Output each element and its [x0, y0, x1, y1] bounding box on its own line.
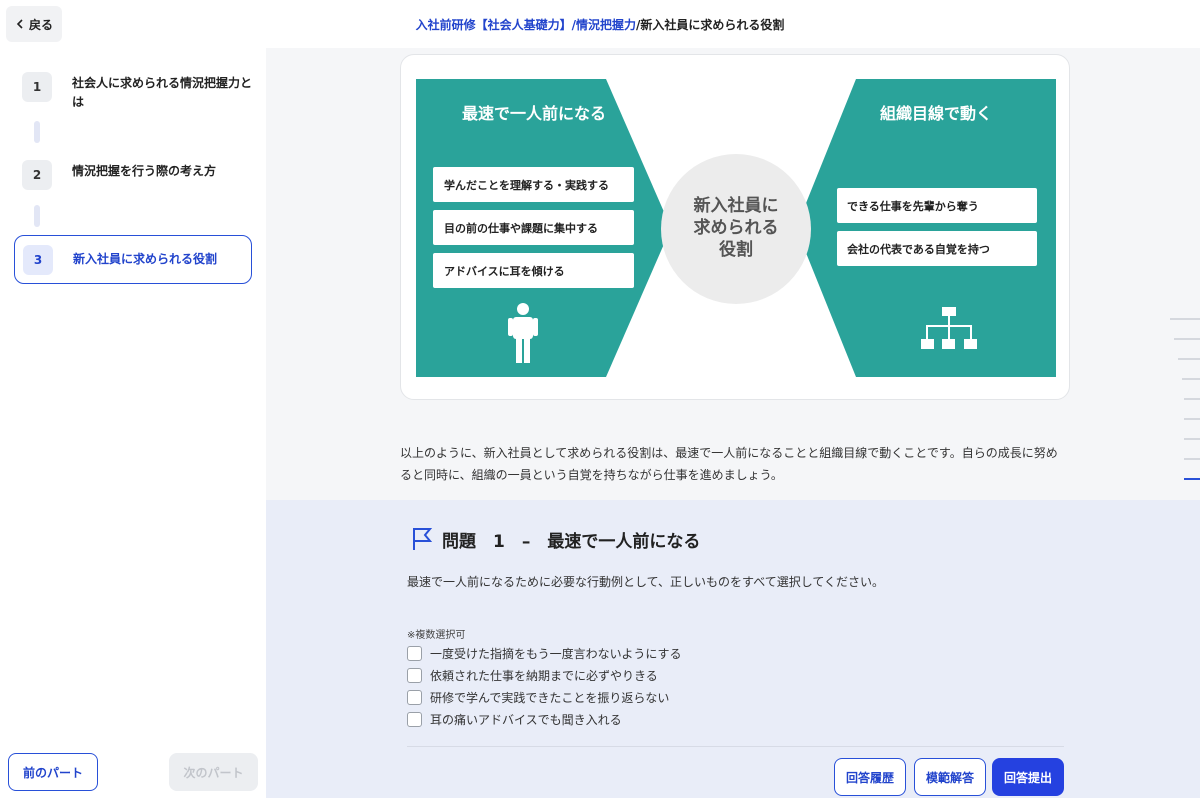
role-diagram: 最速で一人前になる 組織目線で動く 学んだことを理解する・実践する 目の前の仕事…: [400, 54, 1070, 400]
step-label: 情況把握を行う際の考え方: [72, 164, 217, 178]
option-label: 研修で学んで実践できたことを振り返らない: [430, 690, 670, 705]
progress-tick-active: [1184, 478, 1200, 480]
breadcrumb: 入社前研修【社会人基礎力】/情況把握力/新入社員に求められる役割: [0, 16, 1200, 33]
sidebar-step-3[interactable]: 3 新入社員に求められる役割: [14, 235, 252, 284]
left-item: 学んだことを理解する・実践する: [444, 178, 609, 192]
answer-option[interactable]: 耳の痛いアドバイスでも聞き入れる: [407, 708, 682, 730]
option-checkbox[interactable]: [407, 689, 422, 705]
progress-tick: [1178, 358, 1200, 360]
answer-option[interactable]: 一度受けた指摘をもう一度言わないようにする: [407, 642, 682, 664]
flag-icon: [413, 528, 433, 550]
right-item: 会社の代表である自覚を持つ: [847, 242, 990, 256]
description-line: 以上のように、新入社員として求められる役割は、最速で一人前になることと組織目線で…: [400, 446, 1058, 460]
right-title: 組織目線で動く: [880, 104, 992, 123]
main-content[interactable]: 最速で一人前になる 組織目線で動く 学んだことを理解する・実践する 目の前の仕事…: [266, 48, 1200, 798]
question-title-text: 問題 1 – 最速で一人前になる: [442, 531, 701, 552]
center-text-line: 役割: [719, 239, 753, 260]
top-bar: 戻る 入社前研修【社会人基礎力】/情況把握力/新入社員に求められる役割: [0, 0, 1200, 48]
step-connector: [34, 121, 40, 143]
prev-part-button[interactable]: 前のパート: [8, 753, 98, 791]
progress-tick: [1184, 398, 1200, 400]
question-body: 最速で一人前になるために必要な行動例として、正しいものをすべて選択してください。: [407, 575, 885, 589]
answer-history-button[interactable]: 回答履歴: [834, 758, 906, 796]
option-label: 耳の痛いアドバイスでも聞き入れる: [430, 712, 622, 727]
right-item: できる仕事を先輩から奪う: [847, 199, 979, 213]
left-item: 目の前の仕事や課題に集中する: [444, 221, 598, 235]
divider: [407, 746, 1064, 747]
progress-tick: [1184, 458, 1200, 460]
question-section: 問題 1 – 最速で一人前になる 最速で一人前になるために必要な行動例として、正…: [266, 500, 1200, 798]
model-answer-button[interactable]: 模範解答: [914, 758, 986, 796]
option-checkbox[interactable]: [407, 645, 422, 661]
role-diagram-graphic: 最速で一人前になる 組織目線で動く 学んだことを理解する・実践する 目の前の仕事…: [416, 79, 1056, 377]
answer-option[interactable]: 研修で学んで実践できたことを振り返らない: [407, 686, 682, 708]
progress-tick: [1184, 418, 1200, 420]
step-connector: [34, 205, 40, 227]
sidebar-step-2[interactable]: 2 情況把握を行う際の考え方: [22, 160, 260, 190]
progress-tick: [1174, 338, 1200, 340]
sidebar-step-1[interactable]: 1 社会人に求められる情況把握力と は: [22, 72, 260, 112]
option-label: 依頼された仕事を納期までに必ずやりきる: [430, 668, 658, 683]
step-label-line: 社会人に求められる情況把握力と: [72, 76, 253, 90]
scroll-progress-indicator[interactable]: [1170, 318, 1200, 498]
step-number: 3: [23, 244, 53, 275]
description-line: ると同時に、組織の一員という自覚を持ちながら仕事を進めましょう。: [400, 468, 783, 482]
step-label: 社会人に求められる情況把握力と は: [72, 72, 252, 112]
submit-answer-button[interactable]: 回答提出: [992, 758, 1064, 796]
question-title: 問題 1 – 最速で一人前になる: [410, 526, 700, 552]
answer-options: 一度受けた指摘をもう一度言わないようにする 依頼された仕事を納期までに必ずやりき…: [407, 642, 682, 730]
step-label-line: は: [72, 95, 85, 109]
next-part-button[interactable]: 次のパート: [169, 753, 258, 791]
left-item: アドバイスに耳を傾ける: [444, 264, 565, 278]
answer-option[interactable]: 依頼された仕事を納期までに必ずやりきる: [407, 664, 682, 686]
option-label: 一度受けた指摘をもう一度言わないようにする: [430, 646, 682, 661]
left-title: 最速で一人前になる: [462, 104, 606, 123]
progress-tick: [1182, 378, 1200, 380]
description-text: 以上のように、新入社員として求められる役割は、最速で一人前になることと組織目線で…: [400, 442, 1080, 486]
step-label: 新入社員に求められる役割: [73, 252, 218, 266]
center-text-line: 求められる: [694, 217, 779, 238]
step-number: 2: [22, 160, 52, 190]
step-number: 1: [22, 72, 52, 102]
breadcrumb-course[interactable]: 入社前研修【社会人基礎力】: [416, 18, 572, 32]
progress-tick: [1184, 438, 1200, 440]
breadcrumb-current: 新入社員に求められる役割: [640, 18, 785, 32]
multi-select-note: ※複数選択可: [407, 630, 466, 641]
center-text-line: 新入社員に: [694, 195, 779, 216]
sidebar: 1 社会人に求められる情況把握力と は 2 情況把握を行う際の考え方 3 新入社…: [0, 48, 266, 798]
option-checkbox[interactable]: [407, 711, 422, 727]
option-checkbox[interactable]: [407, 667, 422, 683]
breadcrumb-section[interactable]: 情況把握力: [576, 18, 636, 32]
progress-tick: [1170, 318, 1200, 320]
